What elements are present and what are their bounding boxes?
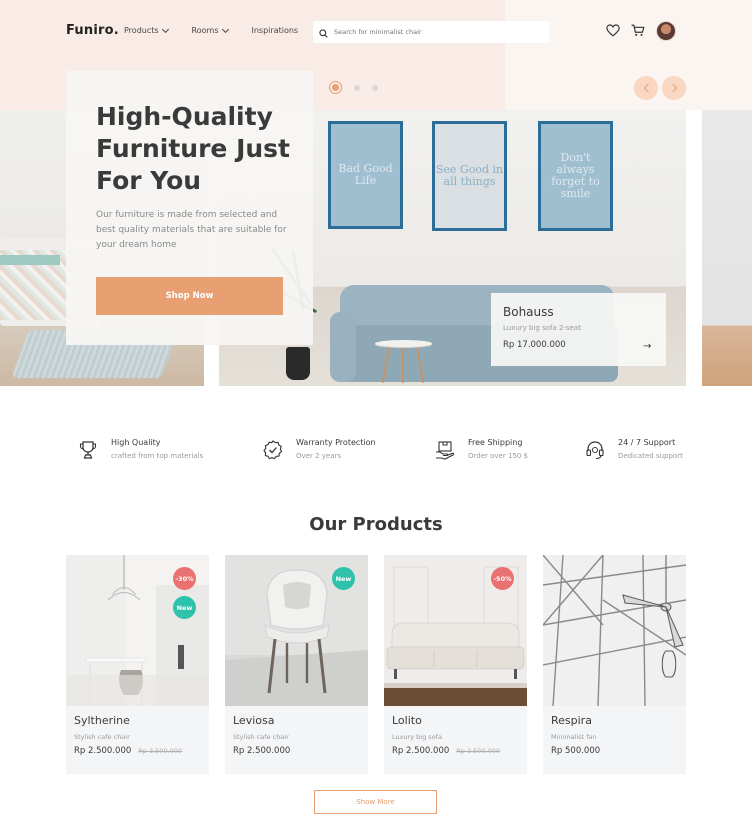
search-input[interactable] [334, 28, 534, 36]
product-description: Stylish cafe chair [74, 733, 130, 741]
slider-next-button[interactable] [662, 76, 686, 100]
hero-card: High-Quality Furniture Just For You Our … [66, 71, 313, 345]
featured-product-name: Bohauss [503, 305, 554, 319]
product-price: Rp 2.500.000 [74, 746, 132, 756]
product-description: Stylish cafe chair [233, 733, 289, 741]
slider-dots [329, 81, 378, 94]
shop-now-button[interactable]: Shop Now [96, 277, 283, 315]
feature-shipping: Free Shipping Order over 150 $ [434, 437, 528, 461]
product-description: Minimalist fan [551, 733, 597, 741]
search-bar [313, 21, 549, 43]
feature-high-quality: High Quality crafted from top materials [77, 437, 203, 461]
new-badge: New [173, 596, 196, 619]
logo[interactable]: Funiro. [66, 23, 119, 38]
product-price-row: Rp 2.500.000 Rp 3.500.000 [74, 746, 182, 756]
product-price: Rp 500.000 [551, 746, 601, 756]
product-card-lolito[interactable]: -50% Lolito Luxury big sofa Rp 2.500.000… [384, 555, 527, 774]
main-nav: Products Rooms Inspirations [124, 25, 322, 35]
product-image [543, 555, 686, 706]
page: Funiro. Products Rooms Inspirations Sear… [0, 0, 752, 840]
frame-text: Bad Good Life [338, 161, 393, 187]
product-card-respira[interactable]: Respira Minimalist fan Rp 500.000 [543, 555, 686, 774]
nav-item-label: Products [124, 26, 159, 35]
product-price: Rp 2.500.000 [233, 746, 291, 756]
feature-subtitle: Order over 150 $ [468, 452, 528, 460]
heart-icon[interactable] [606, 22, 620, 41]
hero-side-photo-right [702, 110, 752, 386]
chevron-down-icon [221, 25, 229, 33]
product-old-price: Rp 3.500.000 [456, 747, 501, 755]
slider-prev-button[interactable] [634, 76, 658, 100]
chevron-right-icon [668, 83, 677, 93]
discount-badge: -50% [491, 567, 514, 590]
check-badge-icon [262, 439, 284, 461]
headset-icon [584, 439, 606, 461]
feature-subtitle: Over 2 years [296, 452, 342, 460]
products-section-title: Our Products [309, 514, 443, 535]
new-badge: New [332, 567, 355, 590]
avatar[interactable] [656, 21, 676, 41]
header-actions [606, 21, 676, 41]
feature-title: Warranty Protection [296, 438, 376, 447]
side-table [375, 340, 432, 347]
featured-product-description: Luxury big sofa 2-seat [503, 324, 581, 332]
product-name: Respira [551, 714, 592, 727]
product-price-row: Rp 2.500.000 [233, 746, 290, 756]
hero-title: High-Quality Furniture Just For You [96, 102, 290, 195]
wall-frame-1: Bad Good Life [328, 121, 403, 229]
plant-pot [286, 347, 310, 380]
show-more-button[interactable]: Show More [314, 790, 437, 814]
arrow-right-icon[interactable]: → [643, 341, 651, 352]
product-price-row: Rp 500.000 [551, 746, 600, 756]
chevron-left-icon [643, 83, 652, 93]
wall-frame-3: Don't always forget to smile [538, 121, 613, 231]
header-background-right [505, 0, 752, 110]
trophy-icon [77, 439, 99, 461]
feature-support: 24 / 7 Support Dedicated support [584, 437, 683, 461]
slider-dot[interactable] [372, 84, 378, 91]
table-leg [402, 345, 404, 383]
cart-icon[interactable] [631, 22, 645, 41]
wall-frame-2: See Good in all things [432, 121, 507, 231]
nav-item-rooms[interactable]: Rooms [191, 25, 229, 35]
product-name: Lolito [392, 714, 422, 727]
feature-title: Free Shipping [468, 438, 523, 447]
feature-title: 24 / 7 Support [618, 438, 676, 447]
product-name: Syltherine [74, 714, 130, 727]
bed-stripe [0, 255, 60, 265]
product-card-syltherine[interactable]: -30% New Syltherine Stylish cafe chair R… [66, 555, 209, 774]
feature-title: High Quality [111, 438, 161, 447]
search-icon [319, 23, 328, 42]
feature-warranty: Warranty Protection Over 2 years [262, 437, 376, 461]
shipping-icon [434, 439, 456, 461]
product-price: Rp 2.500.000 [392, 746, 450, 756]
nav-item-label: Inspirations [251, 26, 299, 35]
featured-product-card[interactable]: Bohauss Luxury big sofa 2-seat Rp 17.000… [491, 293, 666, 366]
product-description: Luxury big sofa [392, 733, 442, 741]
hero-description: Our furniture is made from selected and … [96, 210, 287, 250]
nav-item-inspirations[interactable]: Inspirations [252, 26, 299, 35]
frame-text: See Good in all things [435, 162, 504, 188]
feature-subtitle: crafted from top materials [111, 452, 204, 460]
discount-badge: -30% [173, 567, 196, 590]
product-name: Leviosa [233, 714, 275, 727]
featured-product-price: Rp 17.000.000 [503, 340, 566, 350]
product-old-price: Rp 3.500.000 [138, 747, 183, 755]
product-price-row: Rp 2.500.000 Rp 3.500.000 [392, 746, 500, 756]
chevron-down-icon [161, 25, 169, 33]
nav-item-products[interactable]: Products [124, 25, 169, 35]
nav-item-label: Rooms [191, 26, 219, 35]
slider-dot-active[interactable] [329, 81, 342, 94]
feature-subtitle: Dedicated support [618, 452, 683, 460]
slider-dot[interactable] [354, 84, 360, 91]
product-card-leviosa[interactable]: New Leviosa Stylish cafe chair Rp 2.500.… [225, 555, 368, 774]
sofa-arm [330, 312, 356, 382]
frame-text: Don't always forget to smile [551, 150, 600, 201]
